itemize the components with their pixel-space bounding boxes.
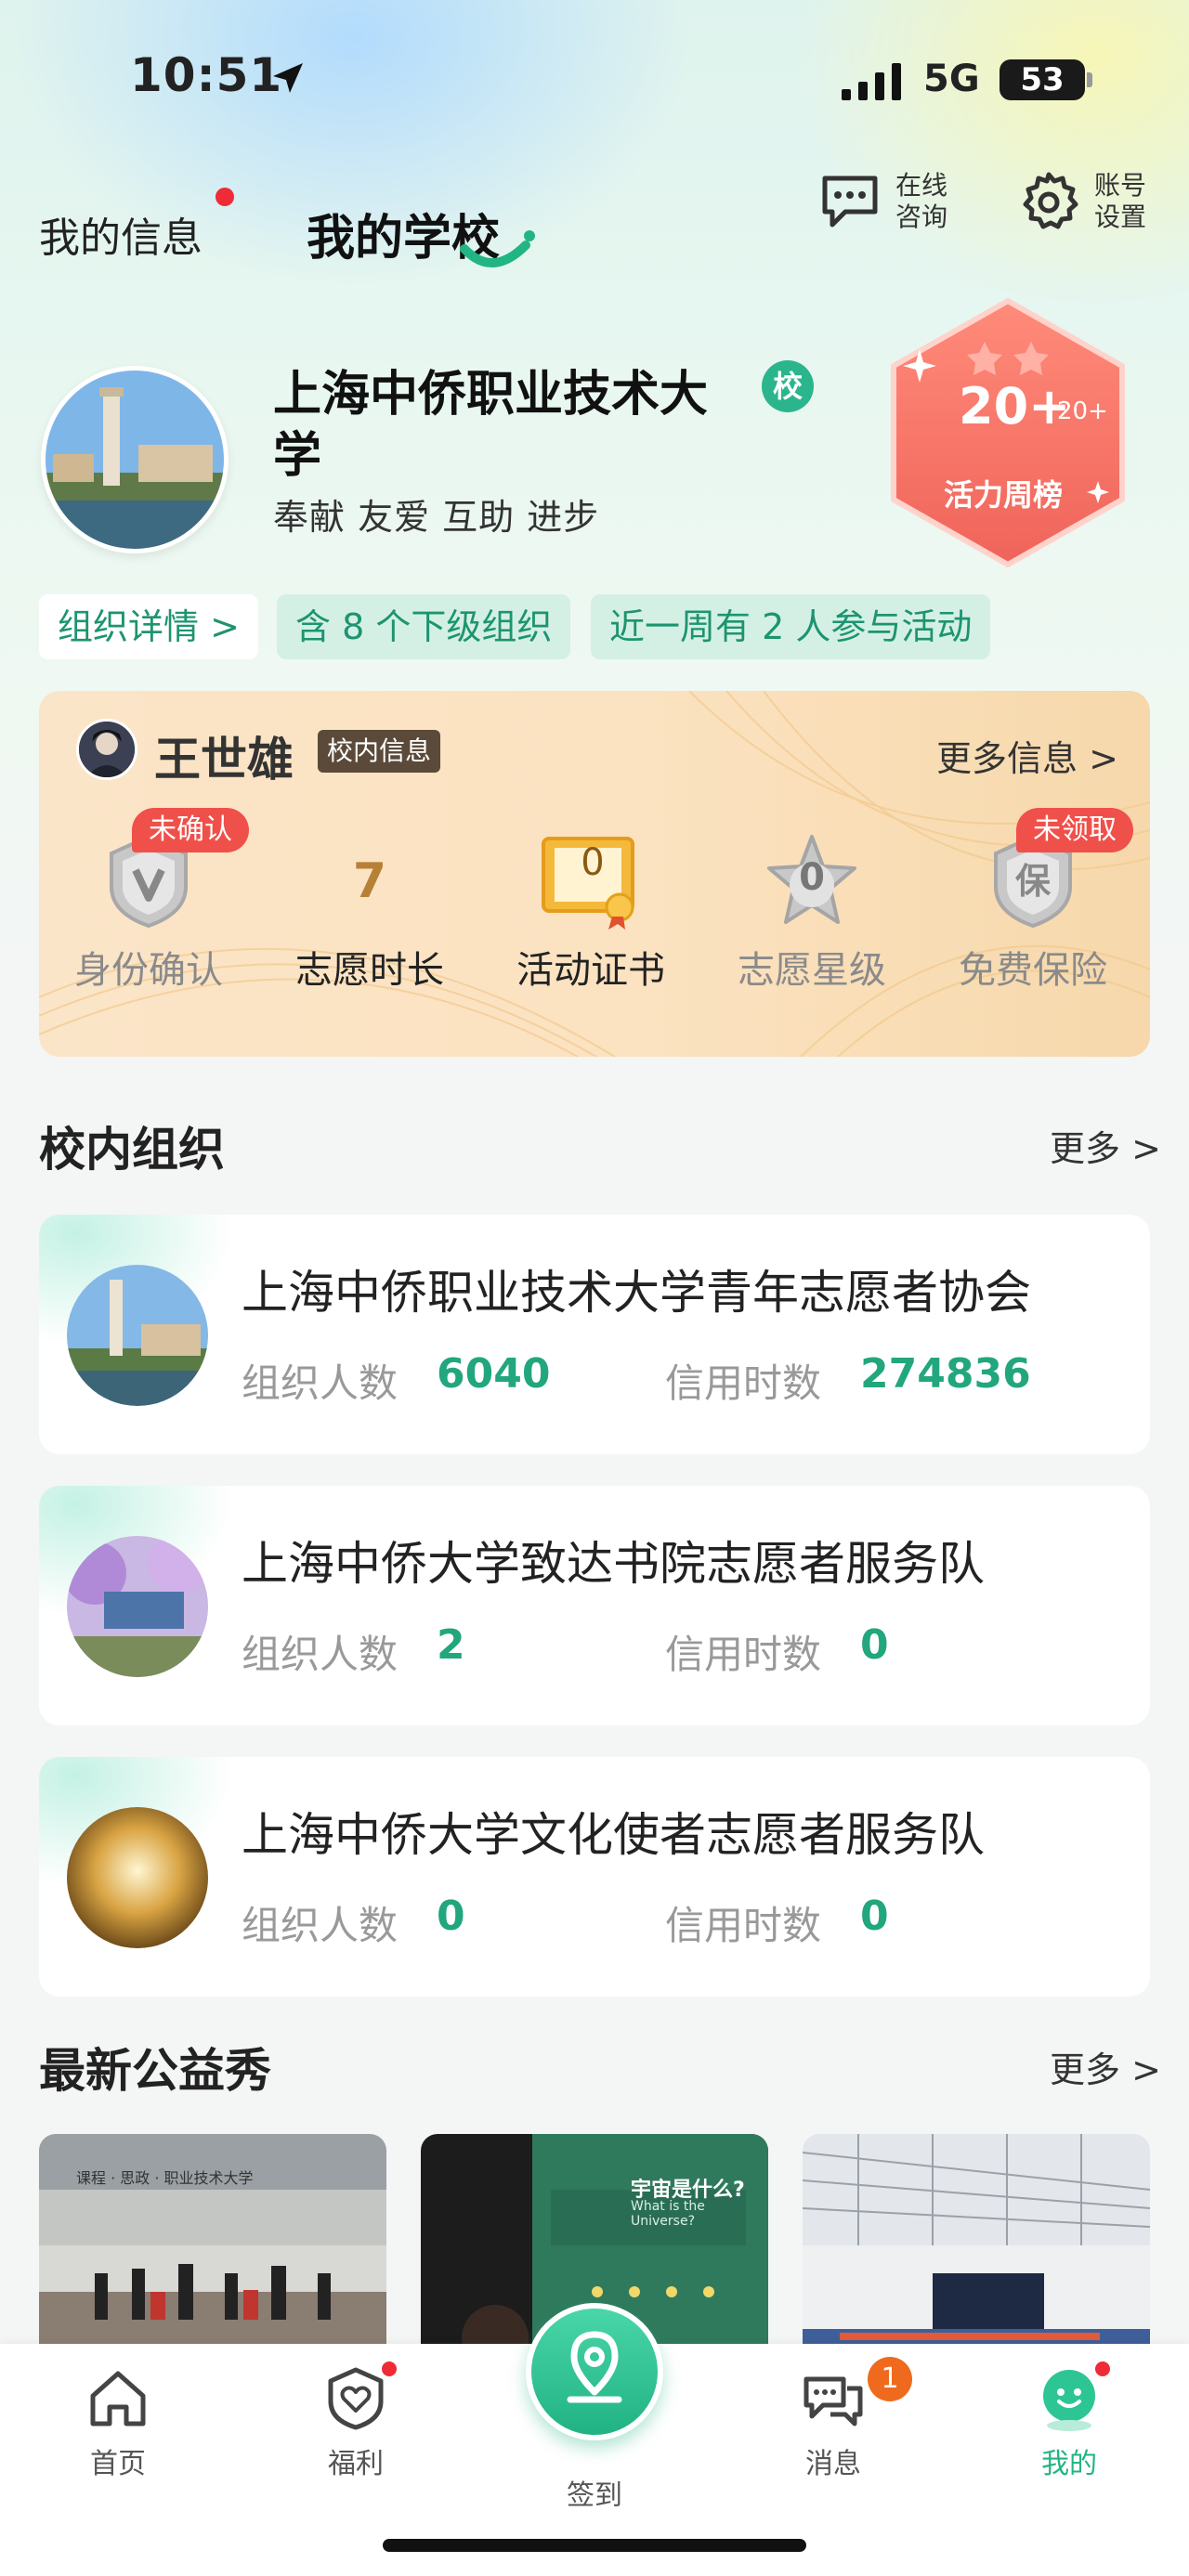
org-members-value: 6040 xyxy=(437,1350,551,1398)
volunteer-card: 王世雄 校内信息 更多信息 > 身份确认 未确认 7 志愿时长 0 活动证书 0… xyxy=(39,691,1150,1057)
school-avatar xyxy=(41,366,229,553)
star-level-item[interactable]: 0 志愿星级 xyxy=(702,830,921,994)
org-credit-value: 0 xyxy=(860,1621,889,1669)
school-verified-badge: 校 xyxy=(762,360,814,412)
certificate-label: 活动证书 xyxy=(516,949,665,992)
tab-welfare[interactable]: 福利 xyxy=(286,2366,425,2481)
org-credit-value: 0 xyxy=(860,1893,889,1940)
messages-count-badge: 1 xyxy=(868,2357,912,2401)
location-pin-icon xyxy=(567,2331,622,2403)
org-avatar xyxy=(67,1536,208,1677)
gear-icon xyxy=(1023,172,1078,229)
free-insurance-item[interactable]: 保 免费保险 xyxy=(923,830,1143,994)
weekly-participation-chip: 近一周有 2 人参与活动 xyxy=(591,594,991,659)
online-consult-button[interactable]: 在线 咨询 xyxy=(817,169,947,234)
notification-dot xyxy=(216,188,234,206)
tab-home-label: 首页 xyxy=(90,2448,146,2480)
activity-rank-label: 活力周榜 xyxy=(944,477,1064,513)
org-members-label: 组织人数 xyxy=(242,1632,399,1677)
tab-mine-label: 我的 xyxy=(1041,2448,1097,2480)
org-detail-chip[interactable]: 组织详情 > xyxy=(39,594,258,659)
activity-rank-value: 20+ xyxy=(959,377,1071,436)
school-motto: 奉献 友爱 互助 进步 xyxy=(273,497,600,538)
showcase-photo[interactable]: 课程 · 思政 · 职业技术大学 xyxy=(39,2134,386,2357)
org-card[interactable]: 上海中侨职业技术大学青年志愿者协会 组织人数 6040 信用时数 274836 xyxy=(39,1215,1150,1454)
battery-indicator: 53 xyxy=(1000,59,1085,100)
location-arrow-icon xyxy=(273,63,303,93)
message-bubbles-icon xyxy=(804,2376,863,2426)
org-name: 上海中侨职业技术大学青年志愿者协会 xyxy=(242,1266,1031,1320)
org-credit-label: 信用时数 xyxy=(665,1360,822,1406)
more-info-link[interactable]: 更多信息 > xyxy=(936,730,1118,781)
showcase-section-title: 最新公益秀 xyxy=(39,2044,271,2098)
org-members-label: 组织人数 xyxy=(242,1360,399,1406)
heart-shield-icon xyxy=(328,2367,384,2430)
unconfirmed-badge: 未确认 xyxy=(132,808,249,852)
org-members-value: 2 xyxy=(437,1621,465,1669)
user-avatar[interactable] xyxy=(76,719,137,780)
status-time: 10:51 xyxy=(130,48,283,102)
org-credit-label: 信用时数 xyxy=(665,1632,822,1677)
sub-org-count-chip: 含 8 个下级组织 xyxy=(277,594,571,659)
unclaimed-badge: 未领取 xyxy=(1016,808,1133,852)
home-indicator xyxy=(383,2539,806,2552)
checkin-button[interactable] xyxy=(526,2303,663,2440)
mine-notification-dot xyxy=(1092,2359,1113,2379)
showcase-sign-subtext: What is the Universe? xyxy=(631,2199,705,2229)
smiley-profile-icon xyxy=(1043,2370,1095,2431)
org-avatar xyxy=(67,1265,208,1406)
orgs-more-link[interactable]: 更多 > xyxy=(1050,1120,1161,1171)
cellular-signal-icon xyxy=(842,63,901,100)
campus-info-tag: 校内信息 xyxy=(318,730,441,773)
orgs-section-title: 校内组织 xyxy=(39,1123,225,1177)
volunteer-hours-label: 志愿时长 xyxy=(295,949,444,992)
welfare-notification-dot xyxy=(379,2359,399,2379)
org-avatar xyxy=(67,1807,208,1948)
org-credit-value: 274836 xyxy=(860,1350,1031,1398)
showcase-photo[interactable] xyxy=(803,2134,1150,2357)
org-name: 上海中侨大学文化使者志愿者服务队 xyxy=(242,1808,985,1862)
free-insurance-label: 免费保险 xyxy=(959,949,1107,992)
tab-my-info[interactable]: 我的信息 xyxy=(39,204,203,264)
tab-welfare-label: 福利 xyxy=(328,2448,384,2480)
account-settings-button[interactable]: 账号 设置 xyxy=(1016,169,1146,234)
chat-bubble-icon xyxy=(822,176,878,228)
star-level-label: 志愿星级 xyxy=(738,949,886,992)
identity-confirm-item[interactable]: 身份确认 xyxy=(39,830,258,994)
volunteer-hours-value: 7 xyxy=(352,853,387,909)
org-members-label: 组织人数 xyxy=(242,1903,399,1948)
online-consult-label: 在线 咨询 xyxy=(895,170,948,232)
certificate-item[interactable]: 0 活动证书 xyxy=(481,830,700,994)
home-icon xyxy=(90,2371,146,2426)
org-name: 上海中侨大学致达书院志愿者服务队 xyxy=(242,1537,985,1591)
star-level-value: 0 xyxy=(799,856,825,899)
user-name: 王世雄 xyxy=(154,733,294,787)
network-type: 5G xyxy=(923,58,980,100)
battery-tip xyxy=(1087,72,1092,87)
checkin-label: 签到 xyxy=(567,2479,622,2512)
active-tab-smile-indicator xyxy=(460,230,535,267)
org-credit-label: 信用时数 xyxy=(665,1903,822,1948)
insurance-glyph: 保 xyxy=(1014,861,1051,902)
school-name: 上海中侨职业技术大学 xyxy=(273,367,709,484)
tab-mine[interactable]: 我的 xyxy=(1000,2366,1139,2481)
org-card[interactable]: 上海中侨大学致达书院志愿者服务队 组织人数 2 信用时数 0 xyxy=(39,1486,1150,1725)
certificate-count: 0 xyxy=(581,841,605,884)
tab-messages-label: 消息 xyxy=(805,2448,861,2480)
identity-confirm-label: 身份确认 xyxy=(74,949,223,992)
showcase-more-link[interactable]: 更多 > xyxy=(1050,2041,1161,2092)
activity-rank-sub: 20+ xyxy=(1057,397,1108,425)
volunteer-hours-item[interactable]: 7 志愿时长 xyxy=(260,830,479,994)
tab-home[interactable]: 首页 xyxy=(48,2366,188,2481)
org-card[interactable]: 上海中侨大学文化使者志愿者服务队 组织人数 0 信用时数 0 xyxy=(39,1757,1150,1997)
org-members-value: 0 xyxy=(437,1893,465,1940)
account-settings-label: 账号 设置 xyxy=(1094,170,1147,232)
showcase-sign-text: 课程 · 思政 · 职业技术大学 xyxy=(76,2169,254,2187)
